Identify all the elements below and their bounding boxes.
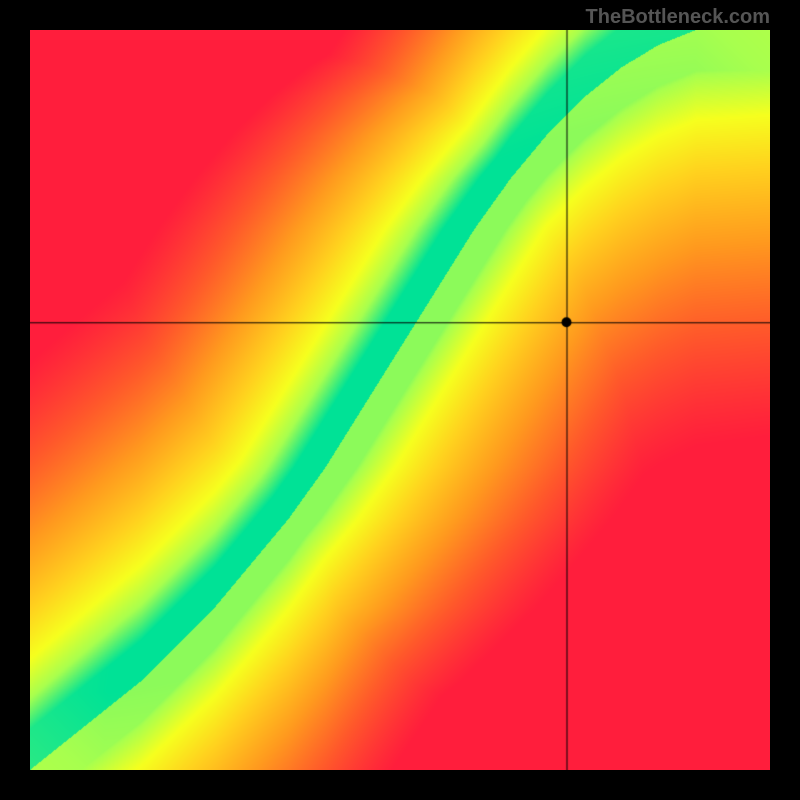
chart-plot-area xyxy=(30,30,770,770)
outer-frame: TheBottleneck.com xyxy=(0,0,800,800)
heatmap-canvas xyxy=(30,30,770,770)
watermark-text: TheBottleneck.com xyxy=(586,6,770,29)
